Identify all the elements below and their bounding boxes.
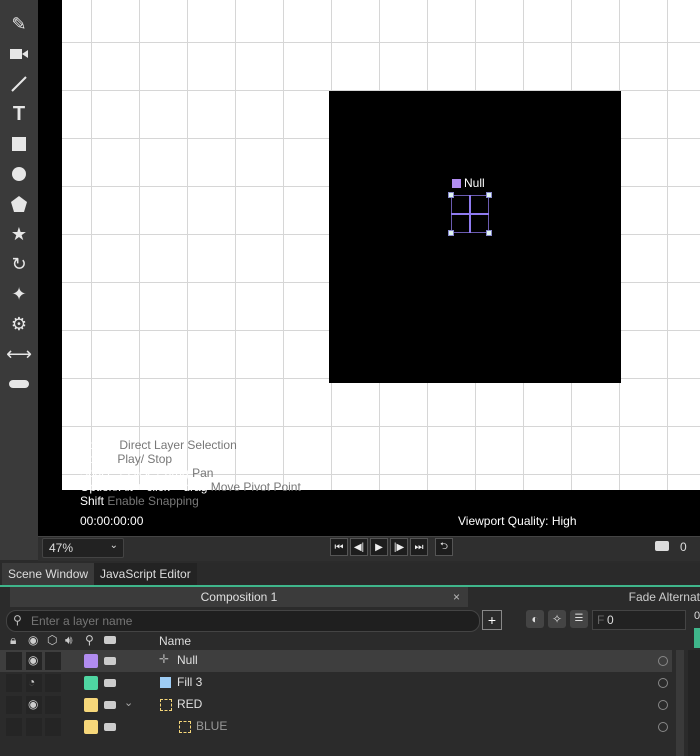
visibility-eye-icon[interactable]: ◉ bbox=[28, 653, 38, 667]
play-icon[interactable]: ▶ bbox=[370, 538, 388, 556]
null-icon: ✛ bbox=[159, 652, 170, 666]
star-tool-icon[interactable]: ★ bbox=[6, 222, 32, 246]
ellipse-tool-icon[interactable] bbox=[6, 162, 32, 186]
transform-handle[interactable] bbox=[448, 230, 454, 236]
audio-icon[interactable]: 🔊︎ bbox=[65, 633, 73, 648]
pick-icon[interactable]: ⚲ bbox=[85, 633, 94, 647]
label-tag-icon[interactable] bbox=[104, 636, 116, 644]
layer-color-swatch[interactable] bbox=[84, 676, 98, 690]
layer-color-swatch[interactable] bbox=[84, 698, 98, 712]
cube-icon[interactable]: ⬡ bbox=[47, 633, 57, 647]
skip-start-icon[interactable]: ⏮ bbox=[330, 538, 348, 556]
timeline-tick: 0 bbox=[694, 610, 700, 622]
playback-bar bbox=[38, 536, 700, 561]
layer-row-red[interactable]: ◉ ⌄ RED bbox=[0, 694, 672, 716]
tab-javascript-editor[interactable]: JavaScript Editor bbox=[94, 563, 197, 585]
double-arrow-tool-icon[interactable]: ⟷ bbox=[6, 342, 32, 366]
effects-icon[interactable]: ✧ bbox=[548, 610, 566, 628]
hint-move-pivot: Option/Alt + click + drag Move Pivot Poi… bbox=[80, 480, 301, 494]
layer-search[interactable]: ⚲ bbox=[6, 610, 480, 632]
eye-icon[interactable]: ◉ bbox=[28, 633, 38, 647]
tag-icon[interactable] bbox=[655, 541, 669, 551]
layer-search-input[interactable] bbox=[29, 612, 473, 630]
viewport-quality[interactable]: Viewport Quality: High bbox=[458, 514, 577, 528]
group-icon bbox=[160, 699, 172, 711]
group-icon bbox=[179, 721, 191, 733]
close-icon[interactable]: × bbox=[453, 587, 460, 607]
step-forward-icon[interactable]: |▶ bbox=[390, 538, 408, 556]
layer-color-swatch[interactable] bbox=[84, 654, 98, 668]
timeline-strip[interactable] bbox=[688, 650, 700, 756]
gear-tool-icon[interactable]: ⚙ bbox=[6, 312, 32, 336]
chevron-down-icon[interactable]: ⌄ bbox=[124, 696, 133, 709]
arc-tool-icon[interactable]: ↻ bbox=[6, 252, 32, 276]
fill-icon bbox=[160, 677, 171, 688]
add-layer-button[interactable]: + bbox=[482, 610, 502, 630]
pill-tool-icon[interactable] bbox=[6, 372, 32, 396]
parent-link-icon[interactable] bbox=[658, 722, 668, 732]
tab-scene-window[interactable]: Scene Window bbox=[2, 563, 95, 585]
composition-tab-secondary[interactable]: Fade Alternat bbox=[470, 587, 700, 607]
zoom-select[interactable]: 47% ⌄ bbox=[42, 538, 124, 558]
pen-tool-icon[interactable]: ✎ bbox=[6, 12, 32, 36]
panel-tabs: Scene Window JavaScript Editor bbox=[0, 563, 700, 587]
layer-row-null[interactable]: ◉ ✛ Null bbox=[0, 650, 672, 672]
layer-name[interactable]: Fill 3 bbox=[177, 675, 202, 689]
null-object[interactable] bbox=[448, 192, 492, 236]
visibility-eye-icon[interactable]: ◉ bbox=[28, 697, 38, 711]
null-color-chip bbox=[452, 179, 461, 188]
label-tag-icon[interactable] bbox=[104, 723, 116, 731]
line-tool-icon[interactable] bbox=[6, 72, 32, 96]
lock-icon[interactable]: 🔒︎ bbox=[10, 633, 16, 648]
null-label: Null bbox=[464, 176, 485, 190]
loop-icon[interactable]: ⮌ bbox=[435, 538, 453, 556]
layer-column-header: 🔒︎ ◉ ⬡ 🔊︎ ⚲ Name bbox=[0, 632, 700, 650]
text-tool-icon[interactable]: T bbox=[6, 102, 32, 126]
camera-tool-icon[interactable] bbox=[6, 42, 32, 66]
composition-area[interactable]: Null bbox=[329, 91, 621, 383]
name-column-header: Name bbox=[159, 634, 192, 648]
hint-pan: Space + click + drag Pan bbox=[80, 466, 214, 480]
skip-end-icon[interactable]: ⏭ bbox=[410, 538, 428, 556]
layer-row-fill3[interactable]: ◔ Fill 3 bbox=[0, 672, 672, 694]
layer-row-blue[interactable]: BLUE bbox=[0, 716, 672, 738]
polygon-tool-icon[interactable] bbox=[6, 192, 32, 216]
transform-handle[interactable] bbox=[486, 192, 492, 198]
frame-field[interactable]: F 0 bbox=[592, 610, 686, 630]
transform-handle[interactable] bbox=[486, 230, 492, 236]
layer-color-swatch[interactable] bbox=[84, 720, 98, 734]
composition-tab[interactable]: Composition 1 × bbox=[10, 587, 468, 607]
parent-link-icon[interactable] bbox=[658, 678, 668, 688]
sliders-icon[interactable]: ☰ bbox=[570, 610, 588, 628]
search-icon: ⚲ bbox=[13, 613, 22, 627]
sparkle-tool-icon[interactable]: ✦ bbox=[6, 282, 32, 306]
frame-counter: 0 bbox=[680, 540, 687, 554]
layer-name[interactable]: Null bbox=[177, 653, 198, 667]
step-back-icon[interactable]: ◀| bbox=[350, 538, 368, 556]
layer-name[interactable]: BLUE bbox=[196, 719, 227, 733]
transform-handle[interactable] bbox=[448, 192, 454, 198]
visibility-toggle-icon[interactable]: ◔ bbox=[28, 675, 35, 689]
motion-blur-icon[interactable]: ◐ bbox=[526, 610, 544, 628]
label-tag-icon[interactable] bbox=[104, 701, 116, 709]
layer-name[interactable]: RED bbox=[177, 697, 202, 711]
parent-link-icon[interactable] bbox=[658, 700, 668, 710]
hint-snapping: Shift Enable Snapping bbox=[80, 494, 199, 508]
hint-direct-selection: Hold S Direct Layer Selection bbox=[80, 438, 237, 452]
label-tag-icon[interactable] bbox=[104, 679, 116, 687]
rectangle-tool-icon[interactable] bbox=[6, 132, 32, 156]
chevron-down-icon: ⌄ bbox=[109, 540, 118, 551]
timecode: 00:00:00:00 bbox=[80, 514, 144, 528]
playhead-marker[interactable] bbox=[694, 628, 700, 648]
label-tag-icon[interactable] bbox=[104, 657, 116, 665]
hint-play-stop: Space Play/ Stop bbox=[80, 452, 173, 466]
parent-link-icon[interactable] bbox=[658, 656, 668, 666]
tool-panel: ⌃ ✎ T ★ ↻ ✦ ⚙ ⟷ bbox=[0, 0, 39, 560]
layer-scrollbar[interactable] bbox=[676, 650, 684, 756]
